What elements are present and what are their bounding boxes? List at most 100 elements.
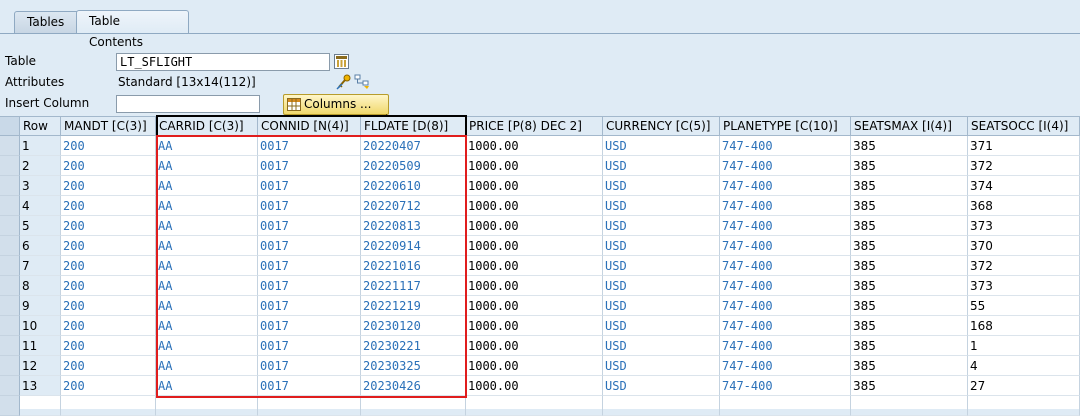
cell-seatsocc[interactable]: 372 [968, 156, 1080, 176]
row-selector[interactable] [0, 356, 20, 376]
row-number[interactable]: 10 [20, 316, 61, 336]
cell-connid[interactable]: 0017 [258, 356, 361, 376]
cell-connid[interactable]: 0017 [258, 256, 361, 276]
row-selector[interactable] [0, 236, 20, 256]
row-number[interactable]: 11 [20, 336, 61, 356]
cell-fldate[interactable]: 20221016 [361, 256, 466, 276]
cell-fldate[interactable]: 20220813 [361, 216, 466, 236]
cell-seatsocc[interactable]: 371 [968, 136, 1080, 156]
cell-planetype[interactable]: 747-400 [720, 336, 851, 356]
cell-currency[interactable]: USD [603, 316, 720, 336]
cell-seatsmax[interactable]: 385 [851, 196, 968, 216]
column-header-currency[interactable]: CURRENCY [C(5)] [603, 116, 720, 136]
cell-connid[interactable]: 0017 [258, 156, 361, 176]
cell-planetype[interactable]: 747-400 [720, 256, 851, 276]
table-row[interactable]: 2 200 AA 0017 20220509 1000.00 USD 747-400 385 37… [0, 156, 1080, 176]
cell-seatsmax[interactable]: 385 [851, 156, 968, 176]
cell-mandt[interactable]: 200 [61, 336, 156, 356]
table-row[interactable]: 11 200 AA 0017 20230221 1000.00 USD 747-400 385 1 [0, 336, 1080, 356]
cell-mandt[interactable]: 200 [61, 156, 156, 176]
row-number[interactable]: 1 [20, 136, 61, 156]
cell-carrid[interactable]: AA [156, 216, 258, 236]
row-selector[interactable] [0, 196, 20, 216]
cell-price[interactable]: 1000.00 [466, 376, 603, 396]
cell-currency[interactable]: USD [603, 276, 720, 296]
cell-seatsocc[interactable]: 370 [968, 236, 1080, 256]
row-number[interactable]: 12 [20, 356, 61, 376]
cell-currency[interactable]: USD [603, 216, 720, 236]
cell-price[interactable]: 1000.00 [466, 256, 603, 276]
cell-price[interactable]: 1000.00 [466, 356, 603, 376]
table-row[interactable]: 3 200 AA 0017 20220610 1000.00 USD 747-400 385 37… [0, 176, 1080, 196]
table-name-field[interactable]: LT_SFLIGHT [116, 53, 330, 71]
tab-tables[interactable]: Tables [14, 11, 80, 33]
cell-seatsmax[interactable]: 385 [851, 136, 968, 156]
cell-seatsmax[interactable]: 385 [851, 216, 968, 236]
cell-seatsmax[interactable]: 385 [851, 336, 968, 356]
cell-currency[interactable]: USD [603, 256, 720, 276]
row-selector[interactable] [0, 316, 20, 336]
table-view-icon[interactable] [334, 54, 349, 69]
column-header-mandt[interactable]: MANDT [C(3)] [61, 116, 156, 136]
cell-mandt[interactable]: 200 [61, 216, 156, 236]
cell-mandt[interactable]: 200 [61, 256, 156, 276]
cell-currency[interactable]: USD [603, 236, 720, 256]
cell-connid[interactable]: 0017 [258, 316, 361, 336]
column-header-fldate[interactable]: FLDATE [D(8)] [361, 116, 466, 136]
cell-currency[interactable]: USD [603, 376, 720, 396]
insert-column-input[interactable] [116, 95, 260, 113]
cell-planetype[interactable]: 747-400 [720, 176, 851, 196]
row-number[interactable]: 6 [20, 236, 61, 256]
cell-fldate[interactable]: 20221219 [361, 296, 466, 316]
cell-carrid[interactable]: AA [156, 156, 258, 176]
table-row[interactable]: 1 200 AA 0017 20220407 1000.00 USD 747-400 385 37… [0, 136, 1080, 156]
cell-seatsmax[interactable]: 385 [851, 236, 968, 256]
row-selector[interactable] [0, 156, 20, 176]
cell-mandt[interactable]: 200 [61, 196, 156, 216]
cell-connid[interactable]: 0017 [258, 196, 361, 216]
cell-seatsocc[interactable]: 368 [968, 196, 1080, 216]
cell-seatsmax[interactable]: 385 [851, 276, 968, 296]
cell-carrid[interactable]: AA [156, 316, 258, 336]
cell-planetype[interactable]: 747-400 [720, 316, 851, 336]
row-number[interactable]: 9 [20, 296, 61, 316]
cell-currency[interactable]: USD [603, 196, 720, 216]
table-row[interactable]: 12 200 AA 0017 20230325 1000.00 USD 747-400 385 4 [0, 356, 1080, 376]
cell-carrid[interactable]: AA [156, 136, 258, 156]
cell-carrid[interactable]: AA [156, 356, 258, 376]
cell-seatsocc[interactable]: 1 [968, 336, 1080, 356]
cell-planetype[interactable]: 747-400 [720, 296, 851, 316]
column-header-seatsocc[interactable]: SEATSOCC [I(4)] [968, 116, 1080, 136]
select-all-corner[interactable] [0, 116, 20, 136]
cell-mandt[interactable]: 200 [61, 356, 156, 376]
cell-seatsocc[interactable]: 168 [968, 316, 1080, 336]
cell-price[interactable]: 1000.00 [466, 316, 603, 336]
row-selector[interactable] [0, 216, 20, 236]
cell-currency[interactable]: USD [603, 356, 720, 376]
cell-price[interactable]: 1000.00 [466, 136, 603, 156]
row-selector[interactable] [0, 276, 20, 296]
row-number[interactable]: 4 [20, 196, 61, 216]
cell-price[interactable]: 1000.00 [466, 176, 603, 196]
cell-price[interactable]: 1000.00 [466, 276, 603, 296]
cell-fldate[interactable]: 20220712 [361, 196, 466, 216]
row-number[interactable]: 5 [20, 216, 61, 236]
cell-seatsmax[interactable]: 385 [851, 176, 968, 196]
cell-fldate[interactable]: 20230221 [361, 336, 466, 356]
table-row[interactable]: 13 200 AA 0017 20230426 1000.00 USD 747-400 385 2… [0, 376, 1080, 396]
cell-mandt[interactable]: 200 [61, 376, 156, 396]
cell-fldate[interactable]: 20220407 [361, 136, 466, 156]
cell-currency[interactable]: USD [603, 336, 720, 356]
row-selector[interactable] [0, 336, 20, 356]
cell-carrid[interactable]: AA [156, 276, 258, 296]
cell-price[interactable]: 1000.00 [466, 296, 603, 316]
cell-mandt[interactable]: 200 [61, 136, 156, 156]
cell-fldate[interactable]: 20230426 [361, 376, 466, 396]
row-selector[interactable] [0, 176, 20, 196]
cell-price[interactable]: 1000.00 [466, 196, 603, 216]
cell-planetype[interactable]: 747-400 [720, 356, 851, 376]
column-header-connid[interactable]: CONNID [N(4)] [258, 116, 361, 136]
column-header-price[interactable]: PRICE [P(8) DEC 2] [466, 116, 603, 136]
columns-button[interactable]: Columns ... [283, 94, 389, 120]
table-row[interactable]: 6 200 AA 0017 20220914 1000.00 USD 747-400 385 37… [0, 236, 1080, 256]
